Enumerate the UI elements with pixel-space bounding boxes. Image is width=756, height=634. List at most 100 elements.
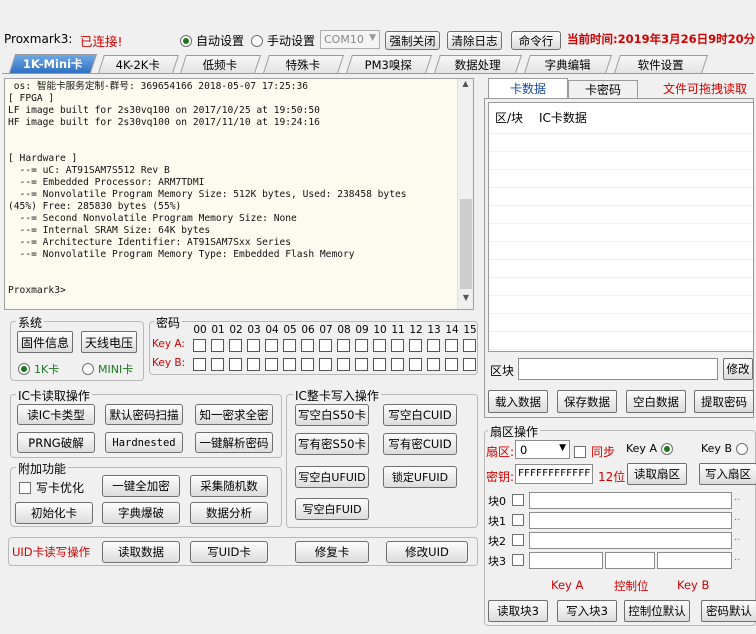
key-a-sector-13-checkbox[interactable]: [427, 339, 440, 352]
key-a-sector-09-checkbox[interactable]: [355, 339, 368, 352]
nested-attack-button[interactable]: 知一密求全密: [195, 404, 273, 425]
tab-4k-2k[interactable]: 4K-2K卡: [98, 55, 179, 73]
write-blank-s50-button[interactable]: 写空白S50卡: [295, 404, 369, 426]
block-1-input[interactable]: [529, 512, 732, 529]
repair-card-button[interactable]: 修复卡: [295, 541, 369, 563]
load-data-button[interactable]: 载入数据: [488, 390, 548, 413]
key-default-button[interactable]: 密码默认: [701, 600, 756, 622]
block-0-checkbox[interactable]: [512, 494, 524, 506]
key-b-sector-04-checkbox[interactable]: [265, 358, 278, 371]
write-blank-ufuid-button[interactable]: 写空白UFUID: [295, 466, 369, 488]
tab-pm3-sniff[interactable]: PM3嗅探: [346, 55, 432, 73]
collect-random-button[interactable]: 采集随机数: [190, 475, 268, 497]
extract-keys-button[interactable]: 提取密码: [694, 390, 754, 413]
sync-checkbox[interactable]: 同步: [574, 443, 615, 460]
key-b-sector-06-checkbox[interactable]: [301, 358, 314, 371]
tab-1k-mini[interactable]: 1K-Mini卡: [8, 54, 98, 73]
key-b-sector-09-checkbox[interactable]: [355, 358, 368, 371]
save-data-button[interactable]: 保存数据: [557, 390, 617, 413]
key-a-sector-12-checkbox[interactable]: [409, 339, 422, 352]
key-a-sector-07-checkbox[interactable]: [319, 339, 332, 352]
write-uid-card-button[interactable]: 写UID卡: [190, 541, 268, 563]
dict-brute-button[interactable]: 字典爆破: [102, 502, 180, 524]
key-a-sector-14-checkbox[interactable]: [445, 339, 458, 352]
key-a-sector-06-checkbox[interactable]: [301, 339, 314, 352]
modify-block-button[interactable]: 修改: [723, 358, 753, 380]
read-ic-type-button[interactable]: 读IC卡类型: [17, 404, 95, 425]
scroll-thumb[interactable]: [460, 199, 472, 289]
modify-uid-button[interactable]: 修改UID: [386, 541, 468, 563]
key-a-sector-01-checkbox[interactable]: [211, 339, 224, 352]
clear-log-button[interactable]: 清除日志: [447, 31, 502, 50]
blank-data-button[interactable]: 空白数据: [626, 390, 686, 413]
block-3-control-bits-input[interactable]: [605, 552, 655, 569]
key-a-sector-00-checkbox[interactable]: [193, 339, 206, 352]
read-sector-button[interactable]: 读取扇区: [627, 463, 687, 485]
radio-mini-card[interactable]: MINI卡: [82, 361, 133, 377]
key-a-sector-02-checkbox[interactable]: [229, 339, 242, 352]
right-tab-card-data[interactable]: 卡数据: [488, 78, 568, 98]
command-line-button[interactable]: 命令行: [511, 31, 561, 50]
key-a-sector-11-checkbox[interactable]: [391, 339, 404, 352]
scroll-up-icon[interactable]: ▲: [458, 79, 473, 95]
manual-setting-radio[interactable]: 手动设置: [251, 32, 315, 49]
tab-dict-edit[interactable]: 字典编辑: [524, 55, 612, 73]
key-b-sector-12-checkbox[interactable]: [409, 358, 422, 371]
data-analysis-button[interactable]: 数据分析: [190, 502, 268, 524]
com-port-select[interactable]: COM10 ▼: [320, 30, 380, 49]
block-2-input[interactable]: [529, 532, 732, 549]
write-keyed-s50-button[interactable]: 写有密S50卡: [295, 433, 369, 455]
key-a-sector-15-checkbox[interactable]: [463, 339, 476, 352]
write-blank-fuid-button[interactable]: 写空白FUID: [295, 498, 369, 520]
key-a-radio[interactable]: Key A: [626, 442, 673, 455]
force-close-button[interactable]: 强制关闭: [385, 31, 440, 50]
uid-read-data-button[interactable]: 读取数据: [102, 541, 180, 563]
key-a-sector-05-checkbox[interactable]: [283, 339, 296, 352]
block-2-checkbox[interactable]: [512, 534, 524, 546]
write-sector-button[interactable]: 写入扇区: [699, 463, 756, 485]
key-b-sector-08-checkbox[interactable]: [337, 358, 350, 371]
key-b-sector-01-checkbox[interactable]: [211, 358, 224, 371]
key-a-sector-08-checkbox[interactable]: [337, 339, 350, 352]
block-3-key-a-input[interactable]: [529, 552, 603, 569]
key-b-sector-05-checkbox[interactable]: [283, 358, 296, 371]
key-b-sector-02-checkbox[interactable]: [229, 358, 242, 371]
key-a-sector-04-checkbox[interactable]: [265, 339, 278, 352]
prng-crack-button[interactable]: PRNG破解: [17, 432, 95, 453]
key-b-sector-11-checkbox[interactable]: [391, 358, 404, 371]
tab-special[interactable]: 特殊卡: [263, 55, 344, 73]
card-data-grid[interactable]: 区/块 IC卡数据: [488, 102, 754, 352]
read-block3-button[interactable]: 读取块3: [488, 600, 548, 622]
init-card-button[interactable]: 初始化卡: [15, 502, 93, 524]
write-keyed-cuid-button[interactable]: 写有密CUID: [383, 433, 457, 455]
key-b-sector-13-checkbox[interactable]: [427, 358, 440, 371]
block-3-checkbox[interactable]: [512, 554, 524, 566]
lock-ufuid-button[interactable]: 锁定UFUID: [383, 466, 457, 488]
hardnested-button[interactable]: Hardnested: [105, 432, 183, 453]
block-input[interactable]: [518, 358, 718, 380]
key-b-sector-14-checkbox[interactable]: [445, 358, 458, 371]
encrypt-all-button[interactable]: 一键全加密: [102, 475, 180, 497]
block-3-key-b-input[interactable]: [657, 552, 732, 569]
key-b-sector-00-checkbox[interactable]: [193, 358, 206, 371]
control-bits-default-button[interactable]: 控制位默认: [624, 600, 690, 622]
key-b-radio[interactable]: Key B: [701, 442, 748, 455]
key-b-sector-07-checkbox[interactable]: [319, 358, 332, 371]
scroll-down-icon[interactable]: ▼: [458, 293, 473, 309]
write-block3-button[interactable]: 写入块3: [557, 600, 617, 622]
tab-software-settings[interactable]: 软件设置: [614, 55, 708, 73]
key-b-sector-15-checkbox[interactable]: [463, 358, 476, 371]
firmware-info-button[interactable]: 固件信息: [17, 331, 73, 353]
console-scrollbar[interactable]: ▲ ▼: [457, 79, 473, 309]
auto-setting-radio[interactable]: 自动设置: [180, 32, 244, 49]
key-a-sector-03-checkbox[interactable]: [247, 339, 260, 352]
antenna-voltage-button[interactable]: 天线电压: [81, 331, 137, 353]
sector-select[interactable]: 0 ▼: [515, 440, 570, 459]
write-blank-cuid-button[interactable]: 写空白CUID: [383, 404, 457, 426]
block-1-checkbox[interactable]: [512, 514, 524, 526]
right-tab-card-keys[interactable]: 卡密码: [568, 80, 638, 98]
tab-data-process[interactable]: 数据处理: [434, 55, 522, 73]
radio-1k-card[interactable]: 1K卡: [18, 361, 59, 377]
tab-low-freq[interactable]: 低频卡: [180, 55, 261, 73]
key-b-sector-10-checkbox[interactable]: [373, 358, 386, 371]
